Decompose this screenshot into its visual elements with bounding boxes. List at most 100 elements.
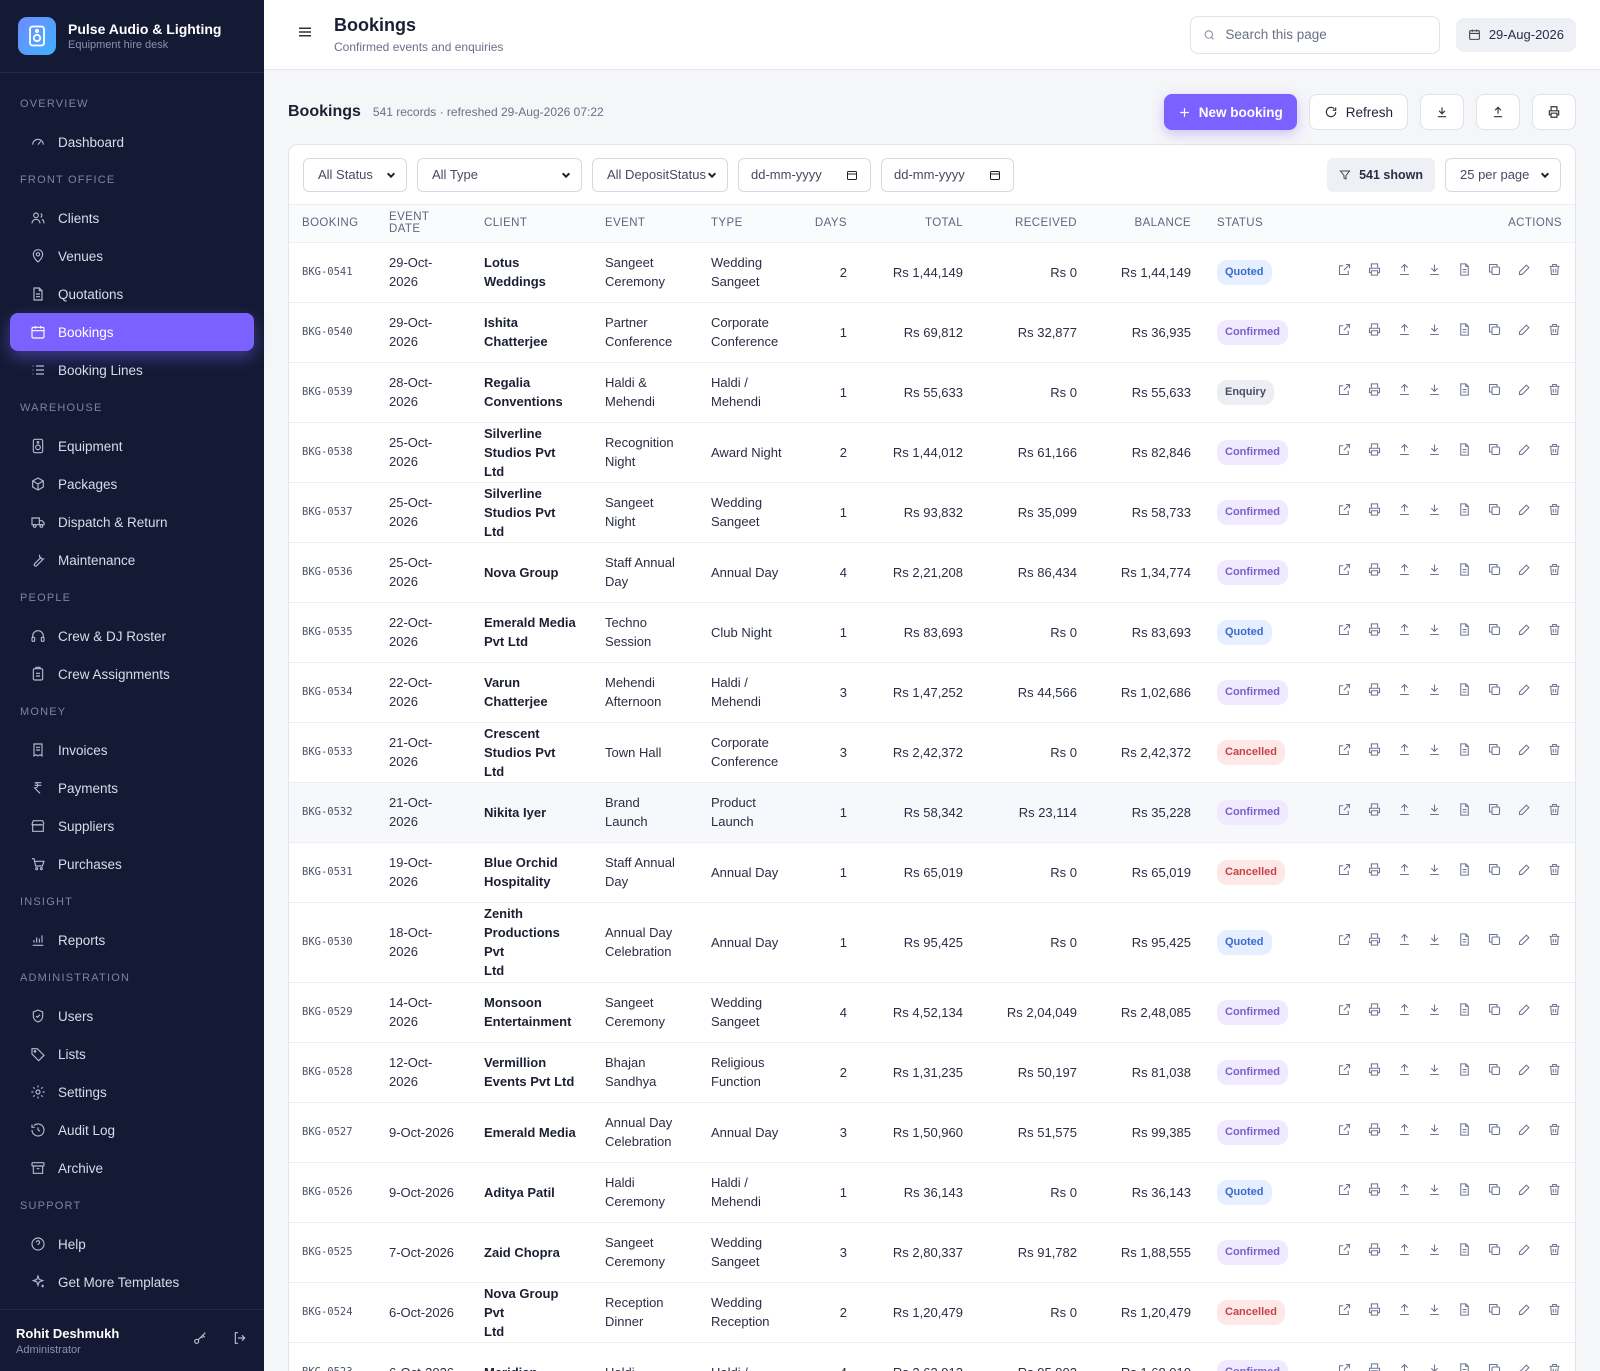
printer-icon[interactable] (1367, 742, 1382, 762)
client-name[interactable]: Blue Orchid Hospitality (471, 842, 592, 903)
upload-icon[interactable] (1397, 622, 1412, 642)
copy-icon[interactable] (1487, 262, 1502, 282)
download-icon[interactable] (1427, 1362, 1442, 1371)
sidebar-item-users[interactable]: Users (10, 997, 254, 1035)
current-date-chip[interactable]: 29-Aug-2026 (1455, 17, 1576, 52)
copy-icon[interactable] (1487, 562, 1502, 582)
booking-id[interactable]: BKG-0539 (289, 362, 376, 423)
copy-icon[interactable] (1487, 802, 1502, 822)
column-header[interactable]: BALANCE (1090, 205, 1204, 243)
sidebar-item-equipment[interactable]: Equipment (10, 427, 254, 465)
client-name[interactable]: Lotus Weddings (471, 242, 592, 303)
printer-icon[interactable] (1367, 262, 1382, 282)
printer-icon[interactable] (1367, 1062, 1382, 1082)
sidebar-item-payments[interactable]: Payments (10, 769, 254, 807)
copy-icon[interactable] (1487, 1122, 1502, 1142)
booking-id[interactable]: BKG-0541 (289, 242, 376, 303)
open-external-icon[interactable] (1337, 262, 1352, 282)
printer-icon[interactable] (1367, 1122, 1382, 1142)
printer-icon[interactable] (1367, 802, 1382, 822)
open-external-icon[interactable] (1337, 932, 1352, 952)
table-row[interactable]: BKG-0523 6-Oct-2026 Meridian Haldi Haldi… (289, 1342, 1575, 1371)
upload-icon[interactable] (1397, 1062, 1412, 1082)
table-row[interactable]: BKG-0540 29-Oct- 2026 Ishita Chatterjee Pa… (289, 302, 1575, 363)
open-external-icon[interactable] (1337, 1362, 1352, 1371)
open-external-icon[interactable] (1337, 1302, 1352, 1322)
booking-id[interactable]: BKG-0540 (289, 302, 376, 363)
client-name[interactable]: Nova Group (471, 542, 592, 603)
open-external-icon[interactable] (1337, 802, 1352, 822)
open-external-icon[interactable] (1337, 862, 1352, 882)
download-icon[interactable] (1427, 1182, 1442, 1202)
document-icon[interactable] (1457, 1302, 1472, 1322)
edit-icon[interactable] (1517, 262, 1532, 282)
edit-icon[interactable] (1517, 742, 1532, 762)
upload-icon[interactable] (1397, 502, 1412, 522)
booking-id[interactable]: BKG-0523 (289, 1342, 376, 1371)
booking-id[interactable]: BKG-0538 (289, 422, 376, 483)
column-header[interactable]: STATUS (1204, 205, 1304, 243)
printer-icon[interactable] (1367, 862, 1382, 882)
printer-icon[interactable] (1367, 322, 1382, 342)
open-external-icon[interactable] (1337, 442, 1352, 462)
column-header[interactable]: BOOKING (289, 205, 376, 243)
edit-icon[interactable] (1517, 442, 1532, 462)
hamburger-menu-icon[interactable] (296, 23, 314, 46)
trash-icon[interactable] (1547, 742, 1562, 762)
open-external-icon[interactable] (1337, 1062, 1352, 1082)
printer-icon[interactable] (1367, 682, 1382, 702)
table-row[interactable]: BKG-0539 28-Oct- 2026 Regalia Conventions … (289, 362, 1575, 423)
upload-button[interactable] (1476, 94, 1520, 130)
table-row[interactable]: BKG-0526 9-Oct-2026 Aditya Patil Haldi Ce… (289, 1162, 1575, 1223)
table-row[interactable]: BKG-0533 21-Oct- 2026 Crescent Studios Pvt… (289, 722, 1575, 783)
download-icon[interactable] (1427, 802, 1442, 822)
download-icon[interactable] (1427, 1242, 1442, 1262)
document-icon[interactable] (1457, 1242, 1472, 1262)
table-row[interactable]: BKG-0538 25-Oct- 2026 Silverline Studios P… (289, 422, 1575, 483)
per-page-select[interactable]: 25 per page (1445, 157, 1561, 192)
download-icon[interactable] (1427, 322, 1442, 342)
sidebar-item-invoices[interactable]: Invoices (10, 731, 254, 769)
printer-icon[interactable] (1367, 1182, 1382, 1202)
client-name[interactable]: Varun Chatterjee (471, 662, 592, 723)
booking-id[interactable]: BKG-0524 (289, 1282, 376, 1343)
upload-icon[interactable] (1397, 932, 1412, 952)
open-external-icon[interactable] (1337, 1242, 1352, 1262)
document-icon[interactable] (1457, 682, 1472, 702)
printer-icon[interactable] (1367, 1362, 1382, 1371)
open-external-icon[interactable] (1337, 1122, 1352, 1142)
sidebar-item-venues[interactable]: Venues (10, 237, 254, 275)
table-row[interactable]: BKG-0527 9-Oct-2026 Emerald Media Annual… (289, 1102, 1575, 1163)
upload-icon[interactable] (1397, 862, 1412, 882)
printer-icon[interactable] (1367, 562, 1382, 582)
copy-icon[interactable] (1487, 622, 1502, 642)
download-icon[interactable] (1427, 622, 1442, 642)
copy-icon[interactable] (1487, 442, 1502, 462)
sidebar-item-quotations[interactable]: Quotations (10, 275, 254, 313)
column-header[interactable]: ACTIONS (1304, 205, 1575, 243)
edit-icon[interactable] (1517, 1002, 1532, 1022)
upload-icon[interactable] (1397, 1002, 1412, 1022)
client-name[interactable]: Regalia Conventions (471, 362, 592, 423)
table-row[interactable]: BKG-0541 29-Oct- 2026 Lotus Weddings Sange… (289, 242, 1575, 303)
printer-icon[interactable] (1367, 932, 1382, 952)
booking-id[interactable]: BKG-0528 (289, 1042, 376, 1103)
document-icon[interactable] (1457, 802, 1472, 822)
table-row[interactable]: BKG-0534 22-Oct- 2026 Varun Chatterjee Meh… (289, 662, 1575, 723)
sidebar-item-clients[interactable]: Clients (10, 199, 254, 237)
printer-icon[interactable] (1367, 502, 1382, 522)
booking-id[interactable]: BKG-0526 (289, 1162, 376, 1223)
printer-icon[interactable] (1367, 1002, 1382, 1022)
copy-icon[interactable] (1487, 682, 1502, 702)
client-name[interactable]: Nova Group Pvt Ltd (471, 1282, 592, 1343)
download-icon[interactable] (1427, 862, 1442, 882)
deposit-filter[interactable]: All DepositStatus (592, 157, 728, 192)
table-row[interactable]: BKG-0537 25-Oct- 2026 Silverline Studios P… (289, 482, 1575, 543)
client-name[interactable]: Zaid Chopra (471, 1222, 592, 1283)
download-button[interactable] (1420, 94, 1464, 130)
client-name[interactable]: Ishita Chatterjee (471, 302, 592, 363)
edit-icon[interactable] (1517, 802, 1532, 822)
table-row[interactable]: BKG-0528 12-Oct- 2026 Vermillion Events Pv… (289, 1042, 1575, 1103)
booking-id[interactable]: BKG-0530 (289, 902, 376, 983)
table-row[interactable]: BKG-0531 19-Oct- 2026 Blue Orchid Hospital… (289, 842, 1575, 903)
